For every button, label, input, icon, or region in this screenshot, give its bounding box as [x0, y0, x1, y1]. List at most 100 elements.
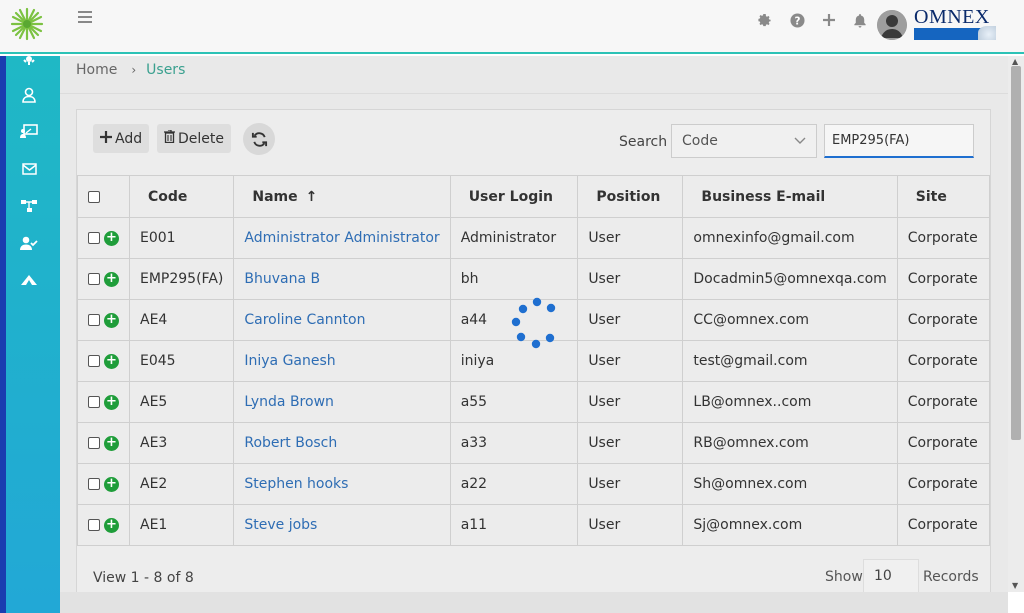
- cell-code: AE2: [128, 463, 235, 505]
- users-panel: Add Delete Search Code Code Name ↑: [76, 109, 991, 607]
- help-icon[interactable]: ?: [788, 11, 806, 29]
- cell-position: User: [577, 340, 684, 382]
- refresh-icon: [251, 131, 267, 147]
- user-check-icon[interactable]: [20, 234, 38, 252]
- cell-login: a55: [449, 381, 579, 423]
- cell-email: CC@omnex.com: [682, 299, 898, 341]
- users-table-body: + E001 Administrator Administrator Admin…: [77, 217, 991, 546]
- cell-position: User: [577, 217, 684, 259]
- row-checkbox[interactable]: [88, 314, 100, 326]
- user-name-link[interactable]: Lynda Brown: [244, 394, 334, 410]
- delete-button-label: Delete: [178, 130, 224, 147]
- row-checkbox[interactable]: [88, 478, 100, 490]
- hierarchy-icon[interactable]: [20, 197, 38, 215]
- column-header-code[interactable]: Code: [128, 175, 235, 218]
- table-row: + EMP295(FA) Bhuvana B bh User Docadmin5…: [77, 258, 991, 300]
- wing-icon[interactable]: [20, 271, 38, 289]
- add-row-icon[interactable]: +: [104, 476, 119, 492]
- cell-position: User: [577, 381, 684, 423]
- presentation-icon[interactable]: [20, 122, 38, 140]
- cell-site: Corporate: [896, 340, 991, 382]
- user-avatar[interactable]: [877, 10, 907, 40]
- cell-email: Sh@omnex.com: [682, 463, 898, 505]
- user-name-link[interactable]: Robert Bosch: [244, 435, 337, 451]
- breadcrumb: Home › Users: [76, 62, 185, 78]
- records-label: Records: [923, 569, 979, 585]
- add-row-icon[interactable]: +: [104, 394, 119, 410]
- settings-icon[interactable]: [755, 11, 773, 29]
- trash-icon: [164, 129, 175, 147]
- add-row-icon[interactable]: +: [104, 271, 119, 287]
- user-icon[interactable]: [20, 86, 38, 104]
- user-name-link[interactable]: Administrator Administrator: [244, 230, 439, 246]
- scroll-thumb[interactable]: [1011, 66, 1021, 440]
- column-header-position[interactable]: Position: [577, 175, 684, 218]
- user-name-link[interactable]: Iniya Ganesh: [244, 353, 335, 369]
- gear-icon[interactable]: [20, 52, 38, 70]
- cell-login: a33: [449, 422, 579, 464]
- row-checkbox[interactable]: [88, 519, 100, 531]
- notification-bell-icon[interactable]: [851, 11, 869, 29]
- cell-login: bh: [449, 258, 579, 300]
- search-input[interactable]: [824, 124, 974, 158]
- add-row-icon[interactable]: +: [104, 517, 119, 533]
- scroll-up-arrow-icon[interactable]: ▲: [1012, 57, 1018, 66]
- column-header-site[interactable]: Site: [896, 175, 991, 218]
- user-name-link[interactable]: Bhuvana B: [244, 271, 320, 287]
- row-checkbox[interactable]: [88, 437, 100, 449]
- search-field-value: Code: [682, 133, 718, 149]
- add-row-icon[interactable]: +: [104, 230, 119, 246]
- page-size-input[interactable]: [863, 559, 919, 593]
- sort-up-arrow-icon: ↑: [305, 188, 318, 205]
- cell-position: User: [577, 504, 684, 546]
- cell-code: AE3: [128, 422, 235, 464]
- add-button[interactable]: Add: [93, 124, 150, 153]
- add-icon[interactable]: [820, 11, 838, 29]
- add-row-icon[interactable]: +: [104, 312, 119, 328]
- cell-email: test@gmail.com: [682, 340, 898, 382]
- table-row: + E001 Administrator Administrator Admin…: [77, 217, 991, 259]
- breadcrumb-home[interactable]: Home: [76, 62, 117, 78]
- add-row-icon[interactable]: +: [104, 435, 119, 451]
- user-name-link[interactable]: Steve jobs: [244, 517, 317, 533]
- cell-code: E045: [128, 340, 235, 382]
- chevron-right-icon: ›: [131, 63, 137, 77]
- user-name-link[interactable]: Stephen hooks: [244, 476, 348, 492]
- bottom-strip: [60, 592, 1008, 613]
- cell-login: a11: [449, 504, 579, 546]
- cell-site: Corporate: [896, 463, 991, 505]
- cell-code: AE5: [128, 381, 235, 423]
- breadcrumb-current: Users: [146, 62, 186, 78]
- row-checkbox[interactable]: [88, 273, 100, 285]
- column-header-user-login[interactable]: User Login: [449, 175, 579, 218]
- cell-position: User: [577, 422, 684, 464]
- cell-site: Corporate: [896, 258, 991, 300]
- mail-icon[interactable]: [20, 160, 38, 178]
- menu-toggle-icon[interactable]: [78, 11, 92, 25]
- refresh-button[interactable]: [243, 123, 275, 155]
- cell-code: AE1: [128, 504, 235, 546]
- row-checkbox[interactable]: [88, 396, 100, 408]
- row-checkbox[interactable]: [88, 355, 100, 367]
- cell-code: E001: [128, 217, 235, 259]
- table-row: + AE5 Lynda Brown a55 User LB@omnex..com…: [77, 381, 991, 423]
- column-header-business-email[interactable]: Business E-mail: [682, 175, 898, 218]
- pagination-summary: View 1 - 8 of 8: [93, 570, 194, 586]
- select-all-header: [77, 175, 130, 218]
- scroll-down-arrow-icon[interactable]: ▼: [1012, 581, 1018, 590]
- row-checkbox[interactable]: [88, 232, 100, 244]
- user-name-link[interactable]: Caroline Cannton: [244, 312, 365, 328]
- select-all-checkbox[interactable]: [88, 190, 100, 203]
- cell-position: User: [577, 258, 684, 300]
- show-label: Show: [825, 569, 863, 585]
- column-header-name[interactable]: Name ↑: [233, 175, 451, 218]
- table-row: + AE3 Robert Bosch a33 User RB@omnex.com…: [77, 422, 991, 464]
- add-row-icon[interactable]: +: [104, 353, 119, 369]
- cell-email: omnexinfo@gmail.com: [682, 217, 898, 259]
- divider: [60, 93, 1008, 94]
- company-logo-icon[interactable]: [10, 7, 44, 41]
- cell-site: Corporate: [896, 299, 991, 341]
- delete-button[interactable]: Delete: [157, 124, 231, 153]
- search-field-select[interactable]: Code: [671, 124, 817, 158]
- vertical-scrollbar[interactable]: ▲ ▼: [1008, 56, 1024, 592]
